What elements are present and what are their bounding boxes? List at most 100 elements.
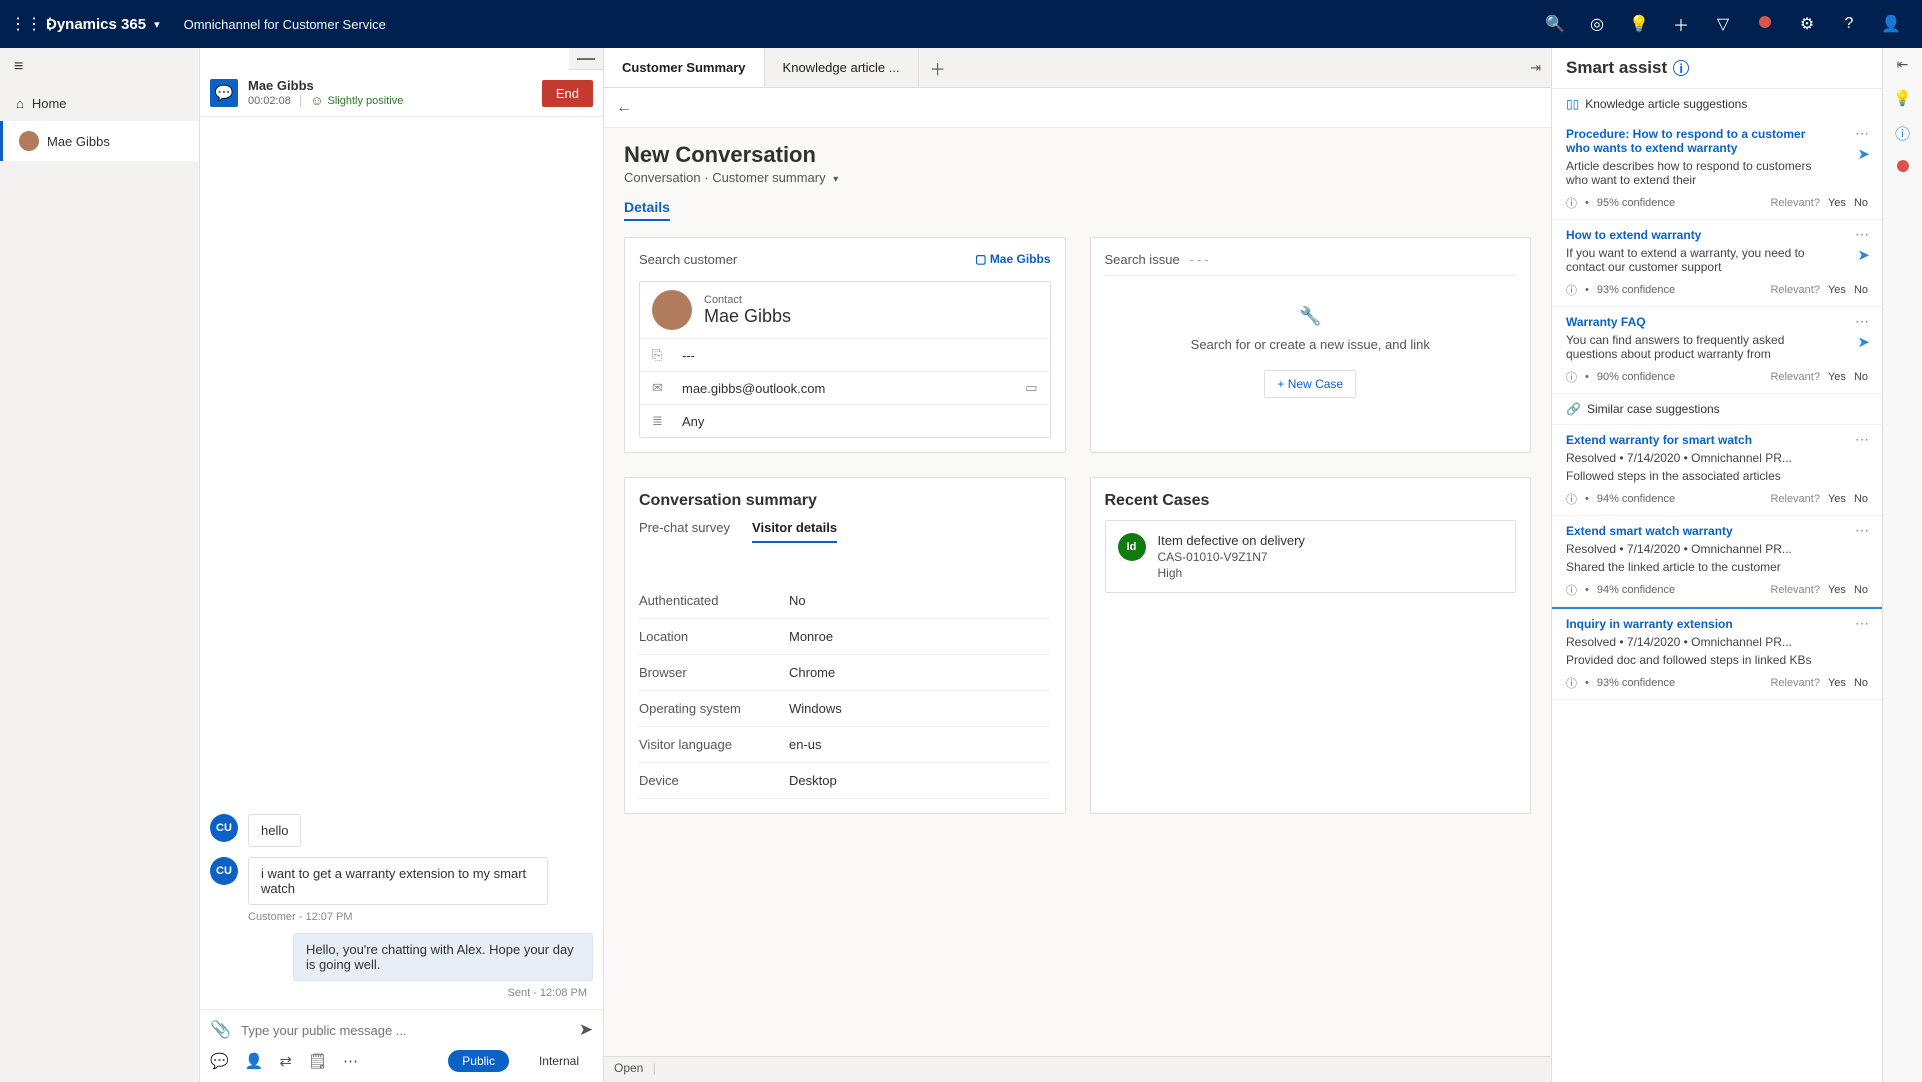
lightbulb-icon[interactable]: 💡 — [1618, 14, 1660, 34]
tab-knowledge-article[interactable]: Knowledge article ... — [765, 48, 919, 87]
breadcrumb-conversation[interactable]: Conversation — [624, 170, 701, 185]
message-text: hello — [248, 814, 301, 847]
smart-assist-title: Smart assist — [1566, 58, 1667, 78]
contact-field: --- — [682, 348, 695, 363]
consult-icon[interactable]: 👤 — [245, 1052, 264, 1070]
end-session-button[interactable]: End — [542, 80, 593, 107]
confidence: 93% confidence — [1597, 677, 1675, 689]
breadcrumb-customer-summary[interactable]: Customer summary — [712, 170, 825, 185]
relevant-yes[interactable]: Yes — [1828, 493, 1846, 505]
record-indicator-icon[interactable] — [1897, 160, 1909, 172]
send-suggestion-icon[interactable]: ➤ — [1857, 246, 1870, 264]
help-icon[interactable]: ? — [1828, 15, 1870, 33]
add-icon[interactable]: ＋ — [1660, 12, 1702, 36]
smart-assist-panel: Smart assist i ▯▯Knowledge article sugge… — [1552, 48, 1882, 1082]
relevant-no[interactable]: No — [1854, 284, 1868, 296]
more-icon[interactable]: ⋯ — [1855, 615, 1870, 632]
back-button[interactable]: ← — [616, 99, 632, 117]
suggestion-title[interactable]: Warranty FAQ — [1566, 315, 1868, 329]
send-icon[interactable]: ➤ — [579, 1020, 593, 1040]
contact-email[interactable]: mae.gibbs@outlook.com — [682, 381, 825, 396]
app-launcher-icon[interactable]: ⋮⋮⋮ — [10, 14, 40, 34]
more-icon[interactable]: ⋯ — [1855, 431, 1870, 448]
settings-icon[interactable]: ⚙ — [1786, 14, 1828, 34]
dock-right-icon[interactable]: ⇥ — [1530, 60, 1541, 76]
nav-home[interactable]: ⌂ Home — [0, 86, 199, 121]
target-icon[interactable]: ◎ — [1576, 14, 1618, 34]
case-title[interactable]: Inquiry in warranty extension — [1566, 617, 1868, 631]
case-title[interactable]: Extend warranty for smart watch — [1566, 433, 1868, 447]
lightbulb-icon[interactable]: 💡 — [1893, 89, 1912, 107]
more-icon[interactable]: ⋯ — [1855, 522, 1870, 539]
customer-link[interactable]: Mae Gibbs — [975, 252, 1050, 266]
send-suggestion-icon[interactable]: ➤ — [1857, 333, 1870, 351]
right-rail: ⇤ 💡 ⓘ — [1882, 48, 1922, 1082]
sentiment-badge: Slightly positive — [310, 93, 403, 108]
recent-case-item[interactable]: Id Item defective on delivery CAS-01010-… — [1105, 520, 1517, 593]
similar-case-item: ⋯ Inquiry in warranty extension Resolved… — [1552, 607, 1882, 700]
minimize-panel-icon[interactable]: — — [569, 48, 603, 70]
more-icon[interactable]: ⋯ — [1855, 226, 1870, 243]
add-tab-button[interactable]: ＋ — [919, 48, 957, 87]
relevant-no[interactable]: No — [1854, 197, 1868, 209]
relevant-no[interactable]: No — [1854, 493, 1868, 505]
message-input[interactable] — [241, 1023, 569, 1038]
search-icon[interactable]: 🔍 — [1534, 14, 1576, 34]
quick-reply-icon[interactable]: 💬 — [210, 1052, 229, 1070]
relevant-yes[interactable]: Yes — [1828, 584, 1846, 596]
customer-card: Search customer Mae Gibbs Contact Mae Gi… — [624, 237, 1066, 453]
visitor-detail-row: LocationMonroe — [639, 619, 1051, 655]
send-suggestion-icon[interactable]: ➤ — [1857, 145, 1870, 163]
relevant-yes[interactable]: Yes — [1828, 284, 1846, 296]
expand-panel-icon[interactable]: ⇤ — [1897, 56, 1909, 73]
message-meta: Customer - 12:07 PM — [248, 911, 593, 923]
tab-customer-summary[interactable]: Customer Summary — [604, 48, 765, 87]
more-icon[interactable]: ⋯ — [343, 1052, 358, 1070]
info-icon[interactable]: ⓘ — [1895, 123, 1910, 144]
case-priority: High — [1158, 566, 1305, 580]
relevant-no[interactable]: No — [1854, 584, 1868, 596]
record-indicator-icon[interactable] — [1744, 15, 1786, 33]
suggestion-desc: If you want to extend a warranty, you ne… — [1566, 246, 1868, 274]
nav-contact-label: Mae Gibbs — [47, 134, 110, 149]
global-topbar: ⋮⋮⋮ Dynamics 365 ▾ Omnichannel for Custo… — [0, 0, 1922, 48]
case-meta: Resolved • 7/14/2020 • Omnichannel PR... — [1566, 451, 1868, 465]
prechat-tab[interactable]: Pre-chat survey — [639, 520, 730, 543]
more-icon[interactable]: ⋯ — [1855, 313, 1870, 330]
more-icon[interactable]: ⋯ — [1855, 125, 1870, 142]
suggestion-item: ⋯ ➤ Warranty FAQ You can find answers to… — [1552, 307, 1882, 394]
chat-message: CU hello — [210, 814, 593, 847]
notes-icon[interactable]: 🗒 — [308, 1052, 327, 1070]
details-tab[interactable]: Details — [624, 199, 670, 221]
relevant-no[interactable]: No — [1854, 371, 1868, 383]
tab-label: Knowledge article ... — [783, 60, 900, 75]
chat-message: Hello, you're chatting with Alex. Hope y… — [210, 933, 593, 981]
search-customer-label[interactable]: Search customer — [639, 252, 737, 267]
relevant-yes[interactable]: Yes — [1828, 197, 1846, 209]
transfer-icon[interactable]: ⇄ — [279, 1052, 292, 1070]
nav-contact[interactable]: Mae Gibbs — [0, 121, 199, 161]
attach-icon[interactable]: 📎 — [210, 1020, 231, 1040]
relevant-yes[interactable]: Yes — [1828, 371, 1846, 383]
profile-icon[interactable]: 👤 — [1870, 14, 1912, 34]
case-title[interactable]: Extend smart watch warranty — [1566, 524, 1868, 538]
relevant-yes[interactable]: Yes — [1828, 677, 1846, 689]
info-icon[interactable]: i — [1673, 60, 1689, 76]
internal-toggle[interactable]: Internal — [525, 1050, 593, 1072]
suggestion-title[interactable]: Procedure: How to respond to a customer … — [1566, 127, 1868, 155]
case-title: Item defective on delivery — [1158, 533, 1305, 548]
chevron-down-icon[interactable]: ▾ — [833, 174, 838, 185]
suggestion-title[interactable]: How to extend warranty — [1566, 228, 1868, 242]
relevant-no[interactable]: No — [1854, 677, 1868, 689]
chevron-down-icon[interactable]: ▾ — [154, 18, 160, 31]
filter-icon[interactable]: ▽ — [1702, 14, 1744, 34]
new-case-button[interactable]: + New Case — [1264, 370, 1356, 398]
chat-message: CU i want to get a warranty extension to… — [210, 857, 593, 905]
visitor-details-tab[interactable]: Visitor details — [752, 520, 837, 543]
page-title: New Conversation — [624, 142, 1531, 168]
hamburger-icon[interactable]: ≡ — [0, 48, 199, 86]
chat-icon[interactable]: ▭ — [1025, 380, 1037, 396]
search-issue-label[interactable]: Search issue — [1105, 252, 1180, 267]
public-toggle[interactable]: Public — [448, 1050, 509, 1072]
main-panel: Customer Summary Knowledge article ... ＋… — [604, 48, 1552, 1082]
